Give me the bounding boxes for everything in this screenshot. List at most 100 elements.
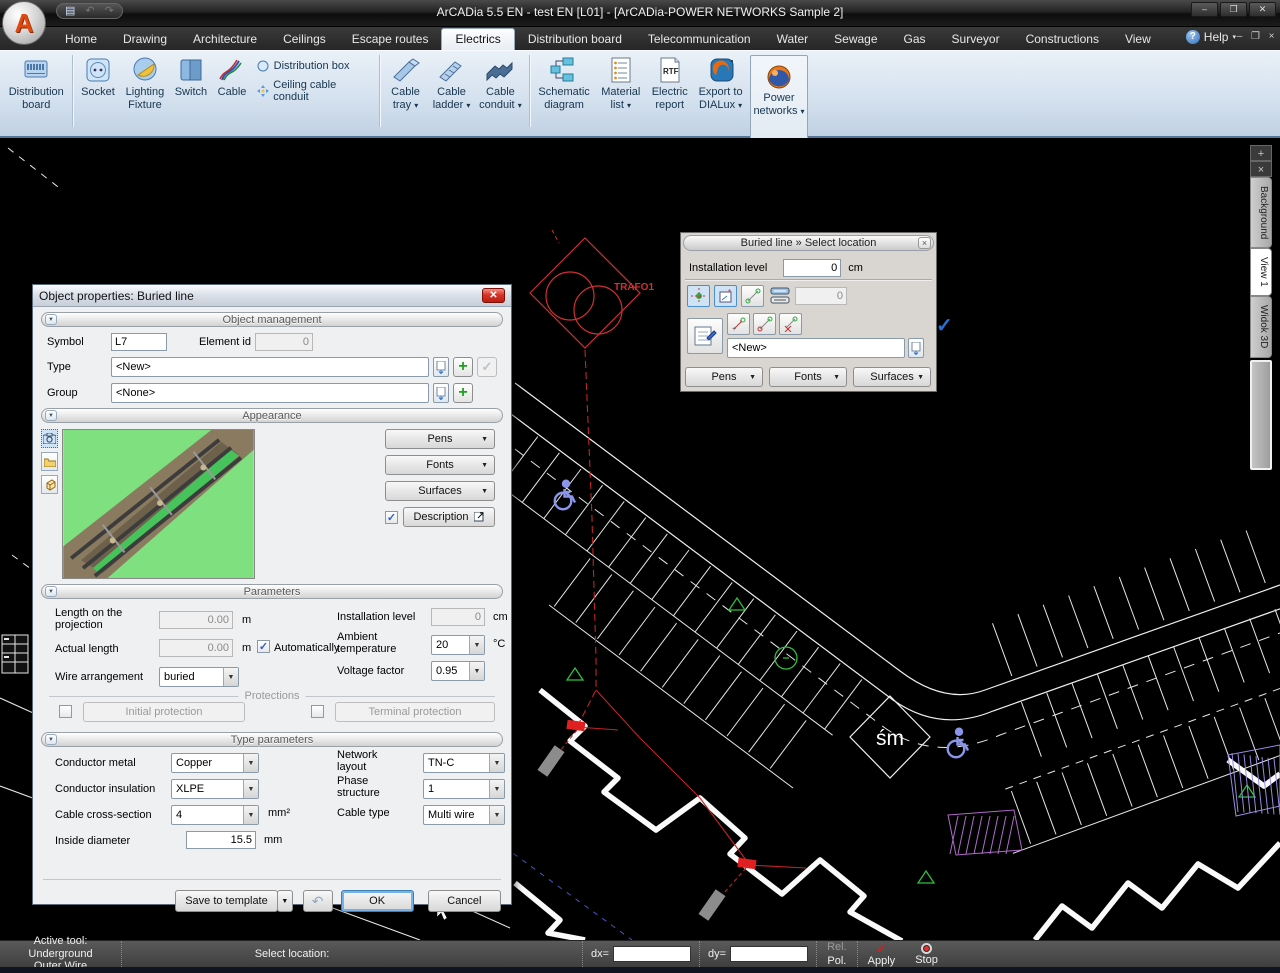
tab-architecture[interactable]: Architecture: [180, 29, 270, 50]
tracking-toggle-button[interactable]: [687, 285, 710, 307]
preview-photo-button[interactable]: [41, 429, 58, 448]
element-id-input[interactable]: [255, 333, 313, 351]
offset-value-input[interactable]: [795, 287, 847, 305]
network-layout-dropdown[interactable]: TN-C▼: [423, 753, 505, 773]
ceiling-cable-conduit-button[interactable]: Ceiling cable conduit: [256, 79, 372, 103]
save-to-template-button[interactable]: Save to template: [175, 890, 278, 912]
cancel-button[interactable]: Cancel: [428, 890, 501, 912]
palette-fonts-button[interactable]: Fonts▼: [769, 367, 847, 387]
view-tab-widok-3d[interactable]: Widok 3D: [1250, 296, 1272, 357]
template-picker-button[interactable]: [908, 338, 924, 358]
electric-report-button[interactable]: RTF Electric report: [647, 53, 692, 112]
collapse-icon[interactable]: ▼: [45, 586, 57, 597]
delete-vertex-button[interactable]: [779, 313, 802, 335]
revert-button[interactable]: ↶: [303, 890, 333, 912]
tab-drawing[interactable]: Drawing: [110, 29, 180, 50]
dialog-close-icon[interactable]: ✕: [482, 288, 505, 303]
automatically-checkbox[interactable]: ✓: [257, 640, 270, 653]
switch-button[interactable]: Cable Switch: [170, 53, 211, 99]
lighting-fixture-button[interactable]: Lighting Fixture: [121, 53, 168, 112]
view-tab-view1[interactable]: View 1: [1250, 248, 1272, 296]
properties-button[interactable]: [687, 318, 723, 354]
save-template-arrow-button[interactable]: ▼: [277, 890, 293, 912]
section-appearance[interactable]: ▼ Appearance: [41, 408, 503, 423]
tab-constructions[interactable]: Constructions: [1013, 29, 1112, 50]
segment-mode-button[interactable]: [741, 285, 764, 307]
group-template-picker-button[interactable]: [433, 383, 449, 403]
cable-button[interactable]: Cable: [213, 53, 250, 99]
stop-button[interactable]: Stop: [905, 941, 948, 967]
preview-3d-button[interactable]: [41, 475, 58, 494]
help-menu[interactable]: ? Help ▾: [1186, 30, 1236, 44]
cable-ladder-button[interactable]: Cable ladder ▾: [429, 53, 474, 112]
tab-electrics[interactable]: Electrics: [441, 28, 514, 50]
preview-symbol-button[interactable]: [41, 452, 58, 471]
view-tab-background[interactable]: Background: [1250, 177, 1272, 248]
doc-restore-button[interactable]: ❐: [1249, 31, 1262, 42]
phase-structure-dropdown[interactable]: 1▼: [423, 779, 505, 799]
installation-level-input[interactable]: [431, 608, 485, 626]
type-value-combo[interactable]: <New>: [111, 357, 429, 377]
add-view-icon[interactable]: +: [1250, 145, 1272, 161]
close-view-icon[interactable]: ×: [1250, 161, 1272, 177]
tab-ceilings[interactable]: Ceilings: [270, 29, 339, 50]
actual-length-input[interactable]: [159, 639, 233, 657]
section-type-parameters[interactable]: ▼ Type parameters: [41, 732, 503, 747]
description-checkbox[interactable]: ✓: [385, 511, 398, 524]
tab-water[interactable]: Water: [764, 29, 822, 50]
group-value-combo[interactable]: <None>: [111, 383, 429, 403]
pens-button[interactable]: Pens▼: [385, 429, 495, 449]
export-dialux-button[interactable]: Export to DIALux ▾: [694, 53, 747, 112]
offset-mode-button[interactable]: [768, 285, 791, 307]
socket-button[interactable]: Socket: [76, 53, 119, 99]
accept-type-button[interactable]: ✓: [477, 357, 497, 377]
ok-button[interactable]: OK: [341, 890, 414, 912]
app-logo[interactable]: A: [2, 1, 46, 45]
tab-view[interactable]: View: [1112, 29, 1164, 50]
schematic-diagram-button[interactable]: Schematic diagram: [534, 53, 595, 112]
section-object-management[interactable]: ▼ Object management: [41, 312, 503, 327]
edit-vertex-button[interactable]: [753, 313, 776, 335]
voltage-factor-dropdown[interactable]: 0.95▼: [431, 661, 485, 681]
type-combo[interactable]: <New>: [727, 338, 905, 358]
fonts-button[interactable]: Fonts▼: [385, 455, 495, 475]
wire-arrangement-dropdown[interactable]: buried▼: [159, 667, 239, 687]
add-group-button[interactable]: +: [453, 383, 473, 403]
distribution-box-button[interactable]: Distribution box: [256, 59, 372, 73]
material-list-button[interactable]: Material list ▾: [596, 53, 645, 112]
collapse-icon[interactable]: ▼: [45, 410, 57, 421]
tab-home[interactable]: Home: [52, 29, 110, 50]
terminal-protection-checkbox[interactable]: ✓: [311, 705, 324, 718]
palette-title-bar[interactable]: Buried line » Select location ×: [683, 235, 934, 251]
tab-telecommunication[interactable]: Telecommunication: [635, 29, 764, 50]
restore-button[interactable]: ❐: [1220, 2, 1247, 17]
terminal-protection-button[interactable]: Terminal protection: [335, 702, 495, 722]
tab-escape-routes[interactable]: Escape routes: [339, 29, 442, 50]
initial-protection-checkbox[interactable]: ✓: [59, 705, 72, 718]
ambient-temperature-dropdown[interactable]: 20▼: [431, 635, 485, 655]
add-type-button[interactable]: +: [453, 357, 473, 377]
collapse-icon[interactable]: ▼: [45, 314, 57, 325]
length-projection-input[interactable]: [159, 611, 233, 629]
tab-sewage[interactable]: Sewage: [821, 29, 890, 50]
minimize-button[interactable]: –: [1191, 2, 1218, 17]
cable-cross-section-dropdown[interactable]: 4▼: [171, 805, 259, 825]
tab-surveyor[interactable]: Surveyor: [939, 29, 1013, 50]
doc-minimize-button[interactable]: –: [1233, 31, 1246, 42]
dy-input[interactable]: [730, 946, 808, 962]
apply-button[interactable]: ✓ Apply: [858, 941, 906, 967]
surfaces-button[interactable]: Surfaces▼: [385, 481, 495, 501]
palette-close-icon[interactable]: ×: [918, 237, 931, 249]
dialog-title-bar[interactable]: Object properties: Buried line ✕: [33, 285, 511, 307]
doc-close-button[interactable]: ×: [1265, 31, 1278, 42]
cable-type-dropdown[interactable]: Multi wire▼: [423, 805, 505, 825]
cable-conduit-button[interactable]: Cable conduit ▾: [476, 53, 525, 112]
add-vertex-button[interactable]: +: [727, 313, 750, 335]
symbol-input[interactable]: [111, 333, 167, 351]
conductor-insulation-dropdown[interactable]: XLPE▼: [171, 779, 259, 799]
initial-protection-button[interactable]: Initial protection: [83, 702, 245, 722]
palette-surfaces-button[interactable]: Surfaces▼: [853, 367, 931, 387]
conductor-metal-dropdown[interactable]: Copper▼: [171, 753, 259, 773]
installation-level-input[interactable]: [783, 259, 841, 277]
reference-point-button[interactable]: *: [714, 285, 737, 307]
